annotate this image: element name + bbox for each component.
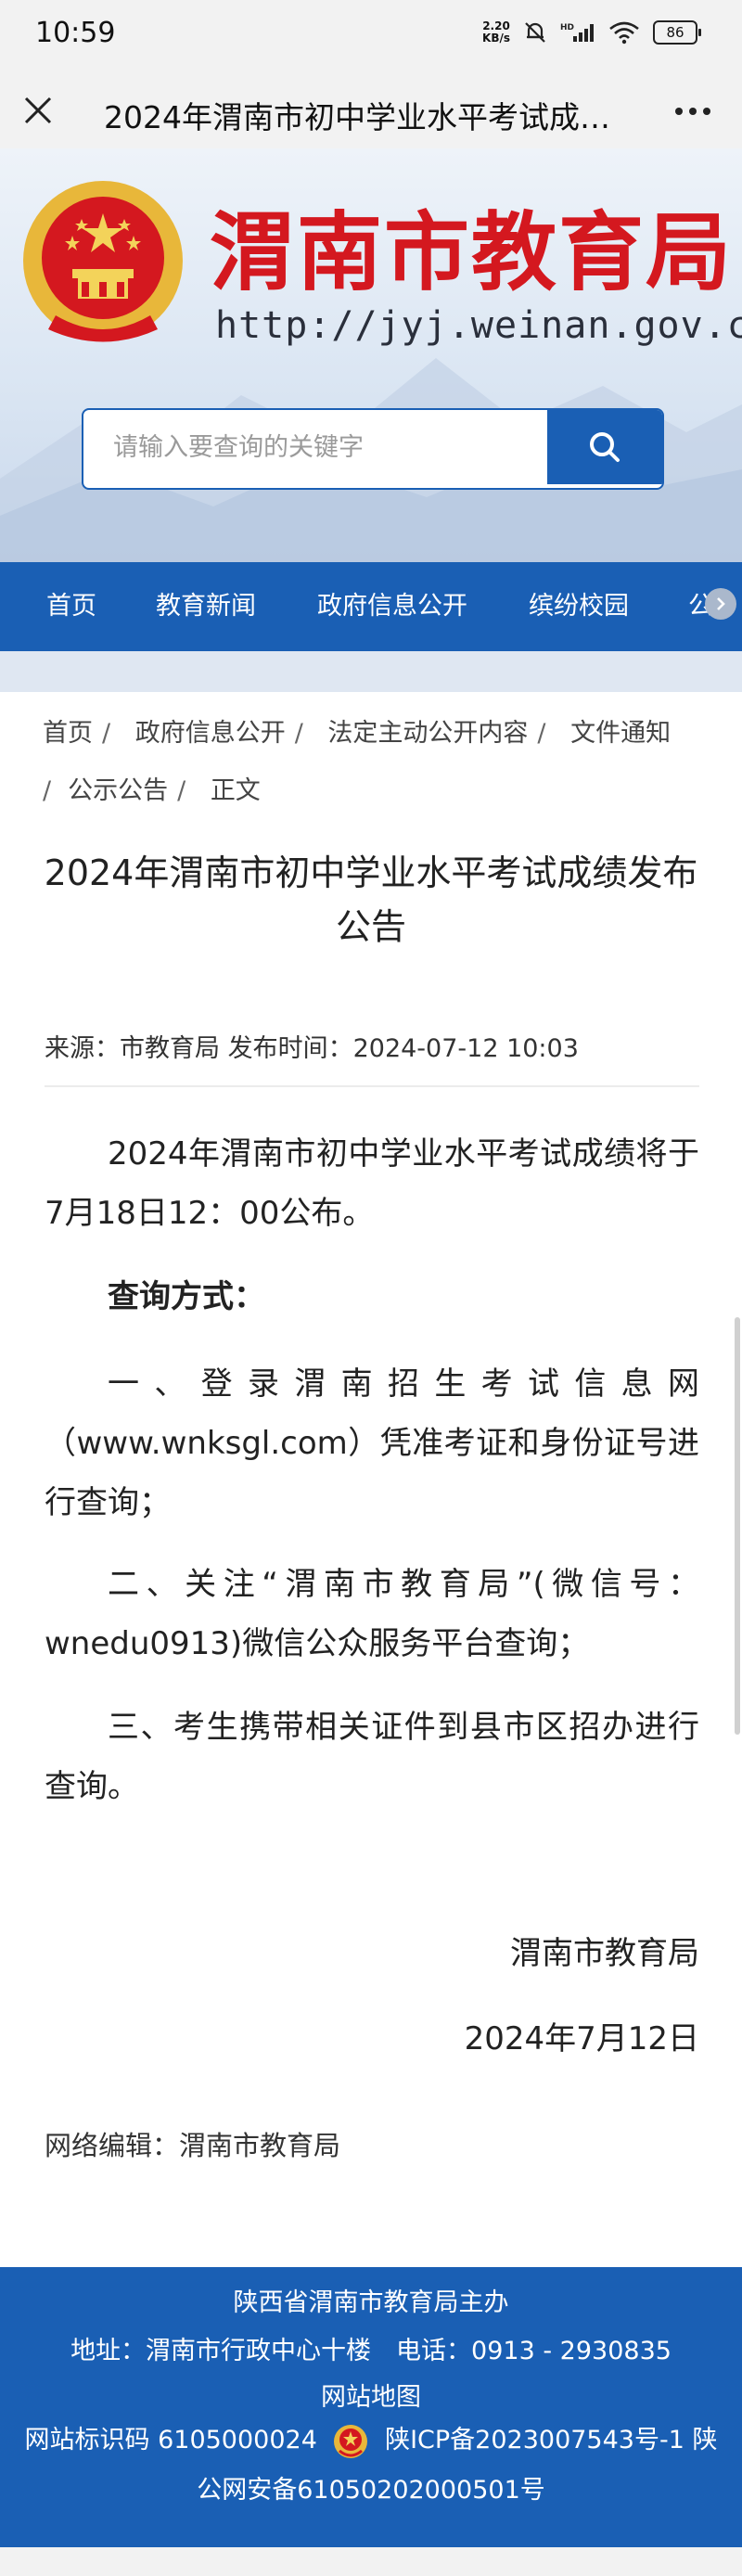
police-badge-icon: [334, 2424, 368, 2458]
footer-police-record[interactable]: 公网安备61050202000501号: [0, 2469, 742, 2506]
bottom-gesture-bar: [0, 2547, 742, 2576]
nav-item-campus[interactable]: 缤纷校园: [529, 562, 629, 651]
cellular-signal-icon: HD: [560, 23, 594, 42]
mute-bell-icon: [525, 22, 545, 43]
status-bar: 10:59 2.20 KB/s HD 86: [0, 0, 742, 72]
article-date: 2024年7月12日: [464, 2020, 699, 2057]
footer-sitemap-link[interactable]: 网站地图: [0, 2377, 742, 2413]
article-editor: 网络编辑：渭南市教育局: [45, 2130, 341, 2161]
main-nav: 首页 教育新闻 政府信息公开 缤纷校园 公: [0, 562, 742, 651]
wifi-icon: [609, 21, 639, 45]
breadcrumb: 首页 / 政府信息公开 / 法定主动公开内容 / 文件通知 / 公示公告 / 正文: [43, 719, 672, 805]
breadcrumb-announcements[interactable]: 公示公告: [68, 776, 168, 805]
search-box: [82, 408, 664, 490]
article-meta: 来源：市教育局 发布时间：2024-07-12 10:03: [45, 1034, 579, 1063]
site-footer: 陕西省渭南市教育局主办 地址：渭南市行政中心十楼 电话：0913 - 29308…: [0, 2267, 742, 2547]
browser-page-title: 2024年渭南市初中学业水平考试成…: [104, 99, 610, 135]
article-signature: 渭南市教育局: [510, 1935, 699, 1972]
status-time: 10:59: [35, 17, 116, 49]
article-paragraph: 一、登录渭南招生考试信息网（www.wnksgl.com）凭准考证和身份证号进行…: [45, 1365, 699, 1521]
page-scrollbar[interactable]: [735, 1317, 740, 1735]
divider: [45, 1085, 699, 1087]
breadcrumb-home[interactable]: 首页: [43, 719, 93, 748]
battery-indicator: 86: [653, 20, 701, 45]
svg-text:HD: HD: [560, 23, 574, 32]
article-paragraph: 二、关注“渭南市教育局”(微信号：wnedu0913)微信公众服务平台查询；: [45, 1566, 699, 1662]
article-paragraph: 三、考生携带相关证件到县市区招办进行查询。: [45, 1709, 699, 1805]
footer-icp-link[interactable]: 陕ICP备2023007543号-1 陕: [385, 2426, 717, 2454]
article-subheading: 查询方式：: [108, 1278, 265, 1315]
site-url: http://jyj.weinan.gov.cn: [215, 304, 742, 347]
breadcrumb-statutory[interactable]: 法定主动公开内容: [327, 719, 528, 748]
nav-item-gov-info[interactable]: 政府信息公开: [317, 562, 467, 651]
search-button[interactable]: [547, 410, 662, 484]
footer-address: 地址：渭南市行政中心十楼 电话：0913 - 2930835: [70, 2337, 672, 2365]
search-icon: [590, 432, 620, 462]
nav-item-education-news[interactable]: 教育新闻: [156, 562, 256, 651]
site-name: 渭南市教育局: [210, 202, 734, 302]
footer-site-id-row: 网站标识码 6105000024 陕ICP备2023007543号-1 陕: [0, 2419, 742, 2460]
more-icon[interactable]: [670, 96, 716, 126]
nav-item-home[interactable]: 首页: [46, 562, 96, 651]
article-paragraph: 2024年渭南市初中学业水平考试成绩将于7月18日12：00公布。: [45, 1135, 699, 1232]
footer-site-id: 网站标识码 6105000024: [24, 2426, 317, 2454]
footer-sponsor: 陕西省渭南市教育局主办: [233, 2288, 509, 2317]
site-banner: 渭南市教育局 http://jyj.weinan.gov.cn: [0, 148, 742, 562]
nav-scroll-right-button[interactable]: [705, 588, 736, 620]
breadcrumb-current: 正文: [210, 776, 261, 805]
breadcrumb-gov-info[interactable]: 政府信息公开: [135, 719, 286, 748]
national-emblem-icon: [23, 181, 183, 342]
status-icons: 2.20 KB/s HD 86: [482, 19, 701, 45]
browser-title-bar: 2024年渭南市初中学业水平考试成…: [0, 72, 742, 149]
nav-underline-strip: [0, 651, 742, 692]
chevron-right-icon: [717, 597, 725, 610]
close-icon[interactable]: [19, 91, 58, 130]
search-input[interactable]: [83, 410, 558, 484]
network-speed: 2.20 KB/s: [482, 19, 510, 45]
article-title: 2024年渭南市初中学业水平考试成绩发布公告: [44, 852, 698, 947]
breadcrumb-notices[interactable]: 文件通知: [570, 719, 671, 748]
